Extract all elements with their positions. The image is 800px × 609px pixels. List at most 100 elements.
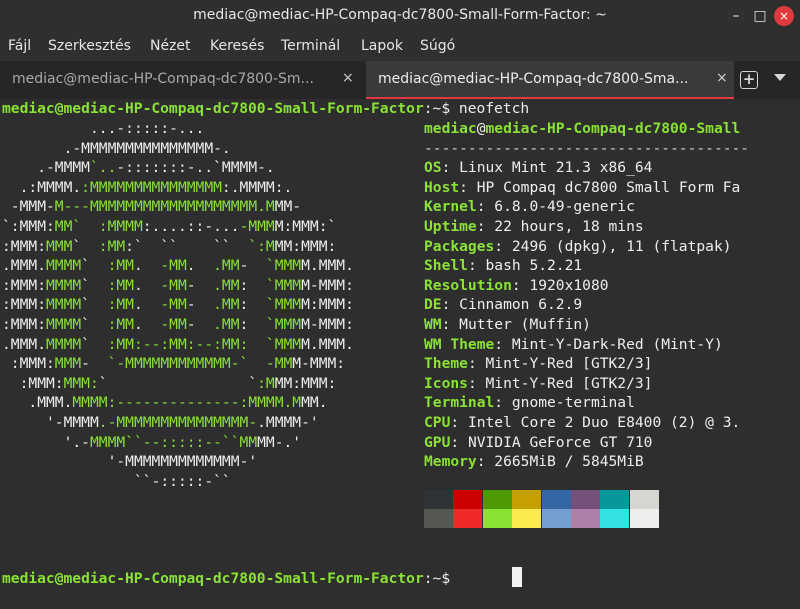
logo-glyph: ` — [81, 335, 90, 353]
tab-1-close-icon[interactable]: × — [342, 70, 354, 86]
logo-glyph: . — [345, 257, 354, 275]
logo-glyph: : — [160, 472, 170, 490]
logo-glyph: : — [125, 237, 134, 255]
logo-glyph — [11, 394, 20, 411]
logo-glyph: M — [28, 276, 38, 294]
logo-glyph: M — [142, 139, 152, 157]
logo-glyph: M — [45, 316, 55, 333]
color-swatch-bright — [482, 509, 512, 528]
maximize-button[interactable]: □ — [750, 6, 770, 26]
logo-glyph: ` — [239, 355, 249, 373]
logo-glyph: M — [142, 453, 152, 471]
info-colon: : — [476, 453, 495, 471]
logo-glyph — [99, 316, 108, 333]
logo-line: :MMM:MMMM` :MM. -MM- .MM: `MMMM-MMM: — [2, 276, 354, 296]
color-swatch-normal — [424, 490, 453, 509]
logo-glyph: M — [301, 257, 310, 275]
logo-glyph: M — [125, 355, 134, 373]
logo-glyph: M — [177, 257, 187, 275]
info-colon: : — [467, 374, 486, 392]
logo-glyph: M — [125, 139, 134, 157]
logo-glyph: ` — [248, 374, 258, 392]
menu-search[interactable]: Keresés — [210, 38, 264, 54]
logo-glyph: M — [54, 335, 64, 353]
logo-glyph: M — [177, 198, 187, 216]
logo-glyph — [2, 434, 11, 451]
logo-glyph: - — [81, 198, 90, 216]
menu-terminal[interactable]: Terminál — [281, 38, 340, 54]
logo-glyph: M — [125, 316, 134, 333]
logo-glyph: - — [116, 453, 126, 471]
logo-glyph: M — [283, 335, 293, 353]
logo-glyph: - — [204, 472, 214, 490]
menu-file[interactable]: Fájl — [8, 38, 31, 54]
logo-glyph: M — [301, 237, 310, 255]
logo-glyph — [222, 375, 231, 392]
info-value: Intel Core 2 Duo E8400 (2) @ 3. — [467, 414, 741, 431]
info-host: mediac-HP-Compaq-dc7800-Small — [485, 120, 741, 137]
logo-glyph: . — [213, 257, 222, 275]
logo-glyph: M — [274, 374, 284, 392]
prompt-line-2: mediac@mediac-HP-Compaq-dc7800-Small-For… — [2, 569, 459, 589]
tab-2-active[interactable]: mediac@mediac-HP-Compaq-dc7800-Sma... × — [366, 61, 734, 99]
logo-glyph: ` — [72, 218, 82, 235]
logo-glyph: . — [2, 257, 11, 275]
logo-glyph: M — [186, 355, 196, 373]
info-row: WM: Mutter (Muffin) — [424, 315, 591, 335]
tab-2-close-icon[interactable]: × — [716, 70, 728, 86]
logo-glyph: M — [195, 198, 205, 216]
menu-edit[interactable]: Szerkesztés — [48, 38, 131, 54]
logo-glyph: M — [309, 394, 319, 412]
logo-glyph: : — [37, 237, 46, 255]
logo-glyph — [28, 473, 37, 490]
logo-glyph: . — [98, 120, 108, 137]
menu-tabs[interactable]: Lapok — [361, 38, 403, 54]
logo-glyph — [240, 375, 249, 392]
logo-glyph: - — [195, 335, 205, 353]
logo-glyph — [196, 375, 205, 392]
logo-glyph — [231, 375, 240, 392]
logo-glyph: M — [230, 198, 240, 216]
logo-glyph: M — [274, 394, 284, 412]
logo-glyph — [11, 120, 20, 137]
logo-glyph: M — [116, 414, 126, 431]
info-row: Resolution: 1920x1080 — [424, 276, 609, 296]
logo-glyph: M — [221, 198, 231, 216]
logo-glyph: M — [301, 276, 310, 294]
logo-glyph: - — [239, 257, 249, 275]
logo-glyph: : — [142, 218, 152, 235]
logo-glyph: ` — [133, 472, 143, 490]
logo-glyph: - — [142, 433, 152, 451]
logo-glyph: ` — [221, 433, 231, 451]
logo-glyph: - — [265, 355, 275, 373]
logo-glyph: - — [195, 394, 205, 412]
terminal-output[interactable]: mediac@mediac-HP-Compaq-dc7800-Small-For… — [0, 99, 800, 609]
tab-1-label: mediac@mediac-HP-Compaq-dc7800-Sm... — [12, 71, 314, 87]
logo-glyph: M — [177, 139, 187, 157]
menu-help[interactable]: Súgó — [420, 38, 455, 54]
logo-glyph: - — [186, 316, 196, 333]
menu-view[interactable]: Nézet — [150, 38, 191, 54]
info-value: Linux Mint 21.3 x86_64 — [459, 159, 653, 177]
close-button[interactable]: × — [774, 6, 794, 26]
logo-glyph: M — [28, 257, 38, 275]
logo-glyph: ` — [81, 296, 90, 314]
logo-glyph: - — [213, 394, 222, 412]
tab-list-chevron-down-icon[interactable] — [774, 74, 786, 81]
logo-glyph: : — [37, 276, 46, 294]
logo-glyph: M — [301, 335, 310, 353]
logo-glyph: M — [37, 178, 46, 196]
tab-1[interactable]: mediac@mediac-HP-Compaq-dc7800-Sm... × — [0, 61, 366, 99]
minimize-button[interactable]: – — [726, 6, 746, 26]
logo-glyph: - — [230, 355, 240, 373]
logo-glyph: M — [283, 374, 293, 392]
logo-glyph: M — [257, 394, 266, 412]
logo-line: '-MMMM.-MMMMMMMMMMMMMMM-.MMMM-' — [2, 413, 319, 433]
logo-glyph — [37, 473, 46, 490]
info-row: OS: Linux Mint 21.3 x86_64 — [424, 158, 652, 178]
logo-glyph: M — [283, 257, 293, 275]
new-tab-icon[interactable]: + — [740, 71, 758, 89]
logo-glyph: M — [248, 159, 258, 177]
info-colon: : — [441, 296, 460, 314]
logo-glyph: : — [133, 335, 143, 353]
